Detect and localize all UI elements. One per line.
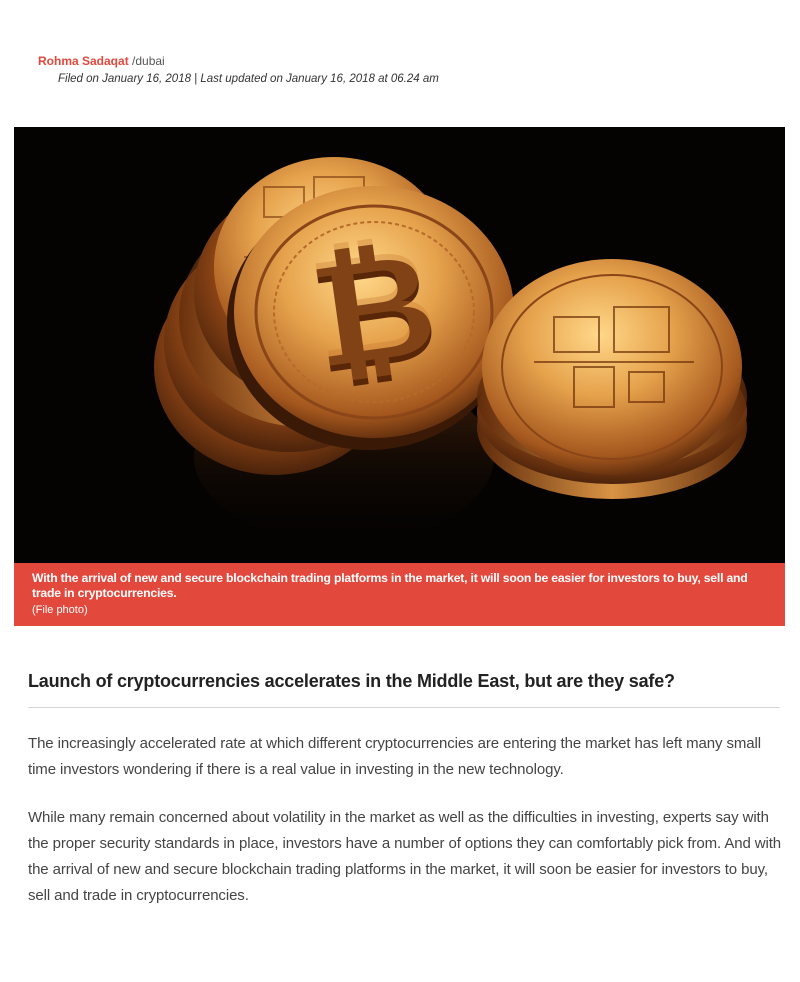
article-paragraph-2: While many remain concerned about volati… xyxy=(28,809,782,904)
article-headline: Launch of cryptocurrencies accelerates i… xyxy=(28,671,675,691)
dateline-location: /dubai xyxy=(132,54,165,68)
filed-date: Filed on January 16, 2018 | Last updated… xyxy=(58,73,439,85)
author-link[interactable]: Rohma Sadaqat xyxy=(38,54,129,68)
photo-credit: (File photo) xyxy=(32,604,88,616)
hero-image: ₿ ₿ xyxy=(14,127,785,563)
image-caption: With the arrival of new and secure block… xyxy=(14,563,785,626)
article-paragraph-1: The increasingly accelerated rate at whi… xyxy=(28,735,761,778)
caption-text: With the arrival of new and secure block… xyxy=(32,571,748,600)
byline: Rohma Sadaqat /dubai xyxy=(38,54,165,68)
divider xyxy=(28,707,780,708)
svg-text:₿: ₿ xyxy=(301,215,445,398)
bitcoin-coins-illustration: ₿ ₿ xyxy=(154,157,747,542)
